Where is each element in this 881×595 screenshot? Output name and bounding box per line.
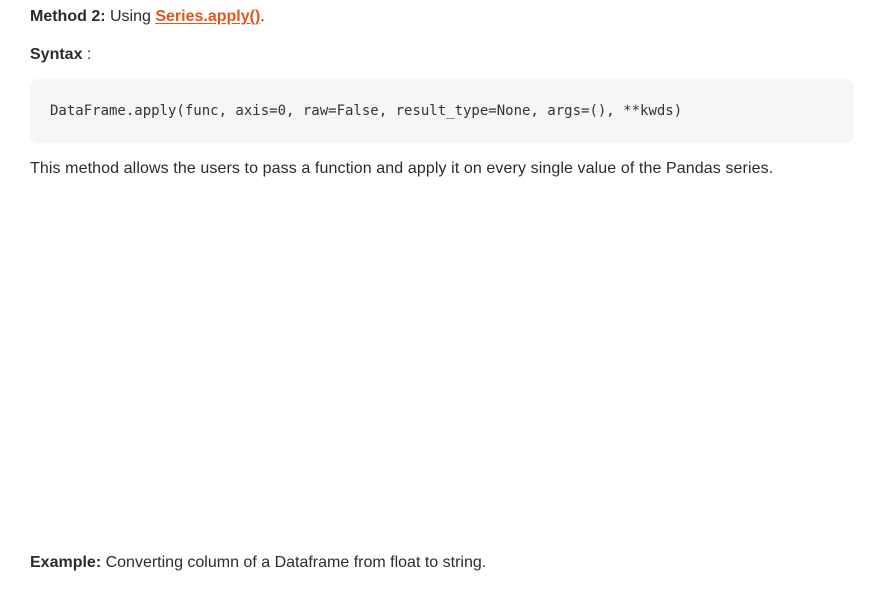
article-content: Method 2: Using Series.apply(). Syntax :… — [30, 0, 855, 595]
example-heading: Example: Converting column of a Datafram… — [30, 553, 486, 573]
code-text[interactable]: DataFrame.apply(func, axis=0, raw=False,… — [50, 101, 682, 121]
code-block[interactable]: DataFrame.apply(func, axis=0, raw=False,… — [30, 79, 854, 143]
example-label: Example: — [30, 554, 102, 571]
description-paragraph: This method allows the users to pass a f… — [30, 160, 774, 177]
method-heading: Method 2: Using Series.apply(). — [30, 7, 265, 27]
example-text: Converting column of a Dataframe from fl… — [101, 554, 487, 571]
syntax-label: Syntax — [30, 46, 83, 63]
series-apply-link[interactable]: Series.apply() — [155, 8, 260, 25]
method-text: Using — [105, 8, 156, 25]
method-label: Method 2: — [30, 8, 106, 25]
content-gap — [30, 190, 854, 540]
syntax-heading: Syntax : — [30, 45, 91, 65]
syntax-suffix: : — [82, 46, 92, 63]
method-suffix: . — [260, 8, 265, 25]
